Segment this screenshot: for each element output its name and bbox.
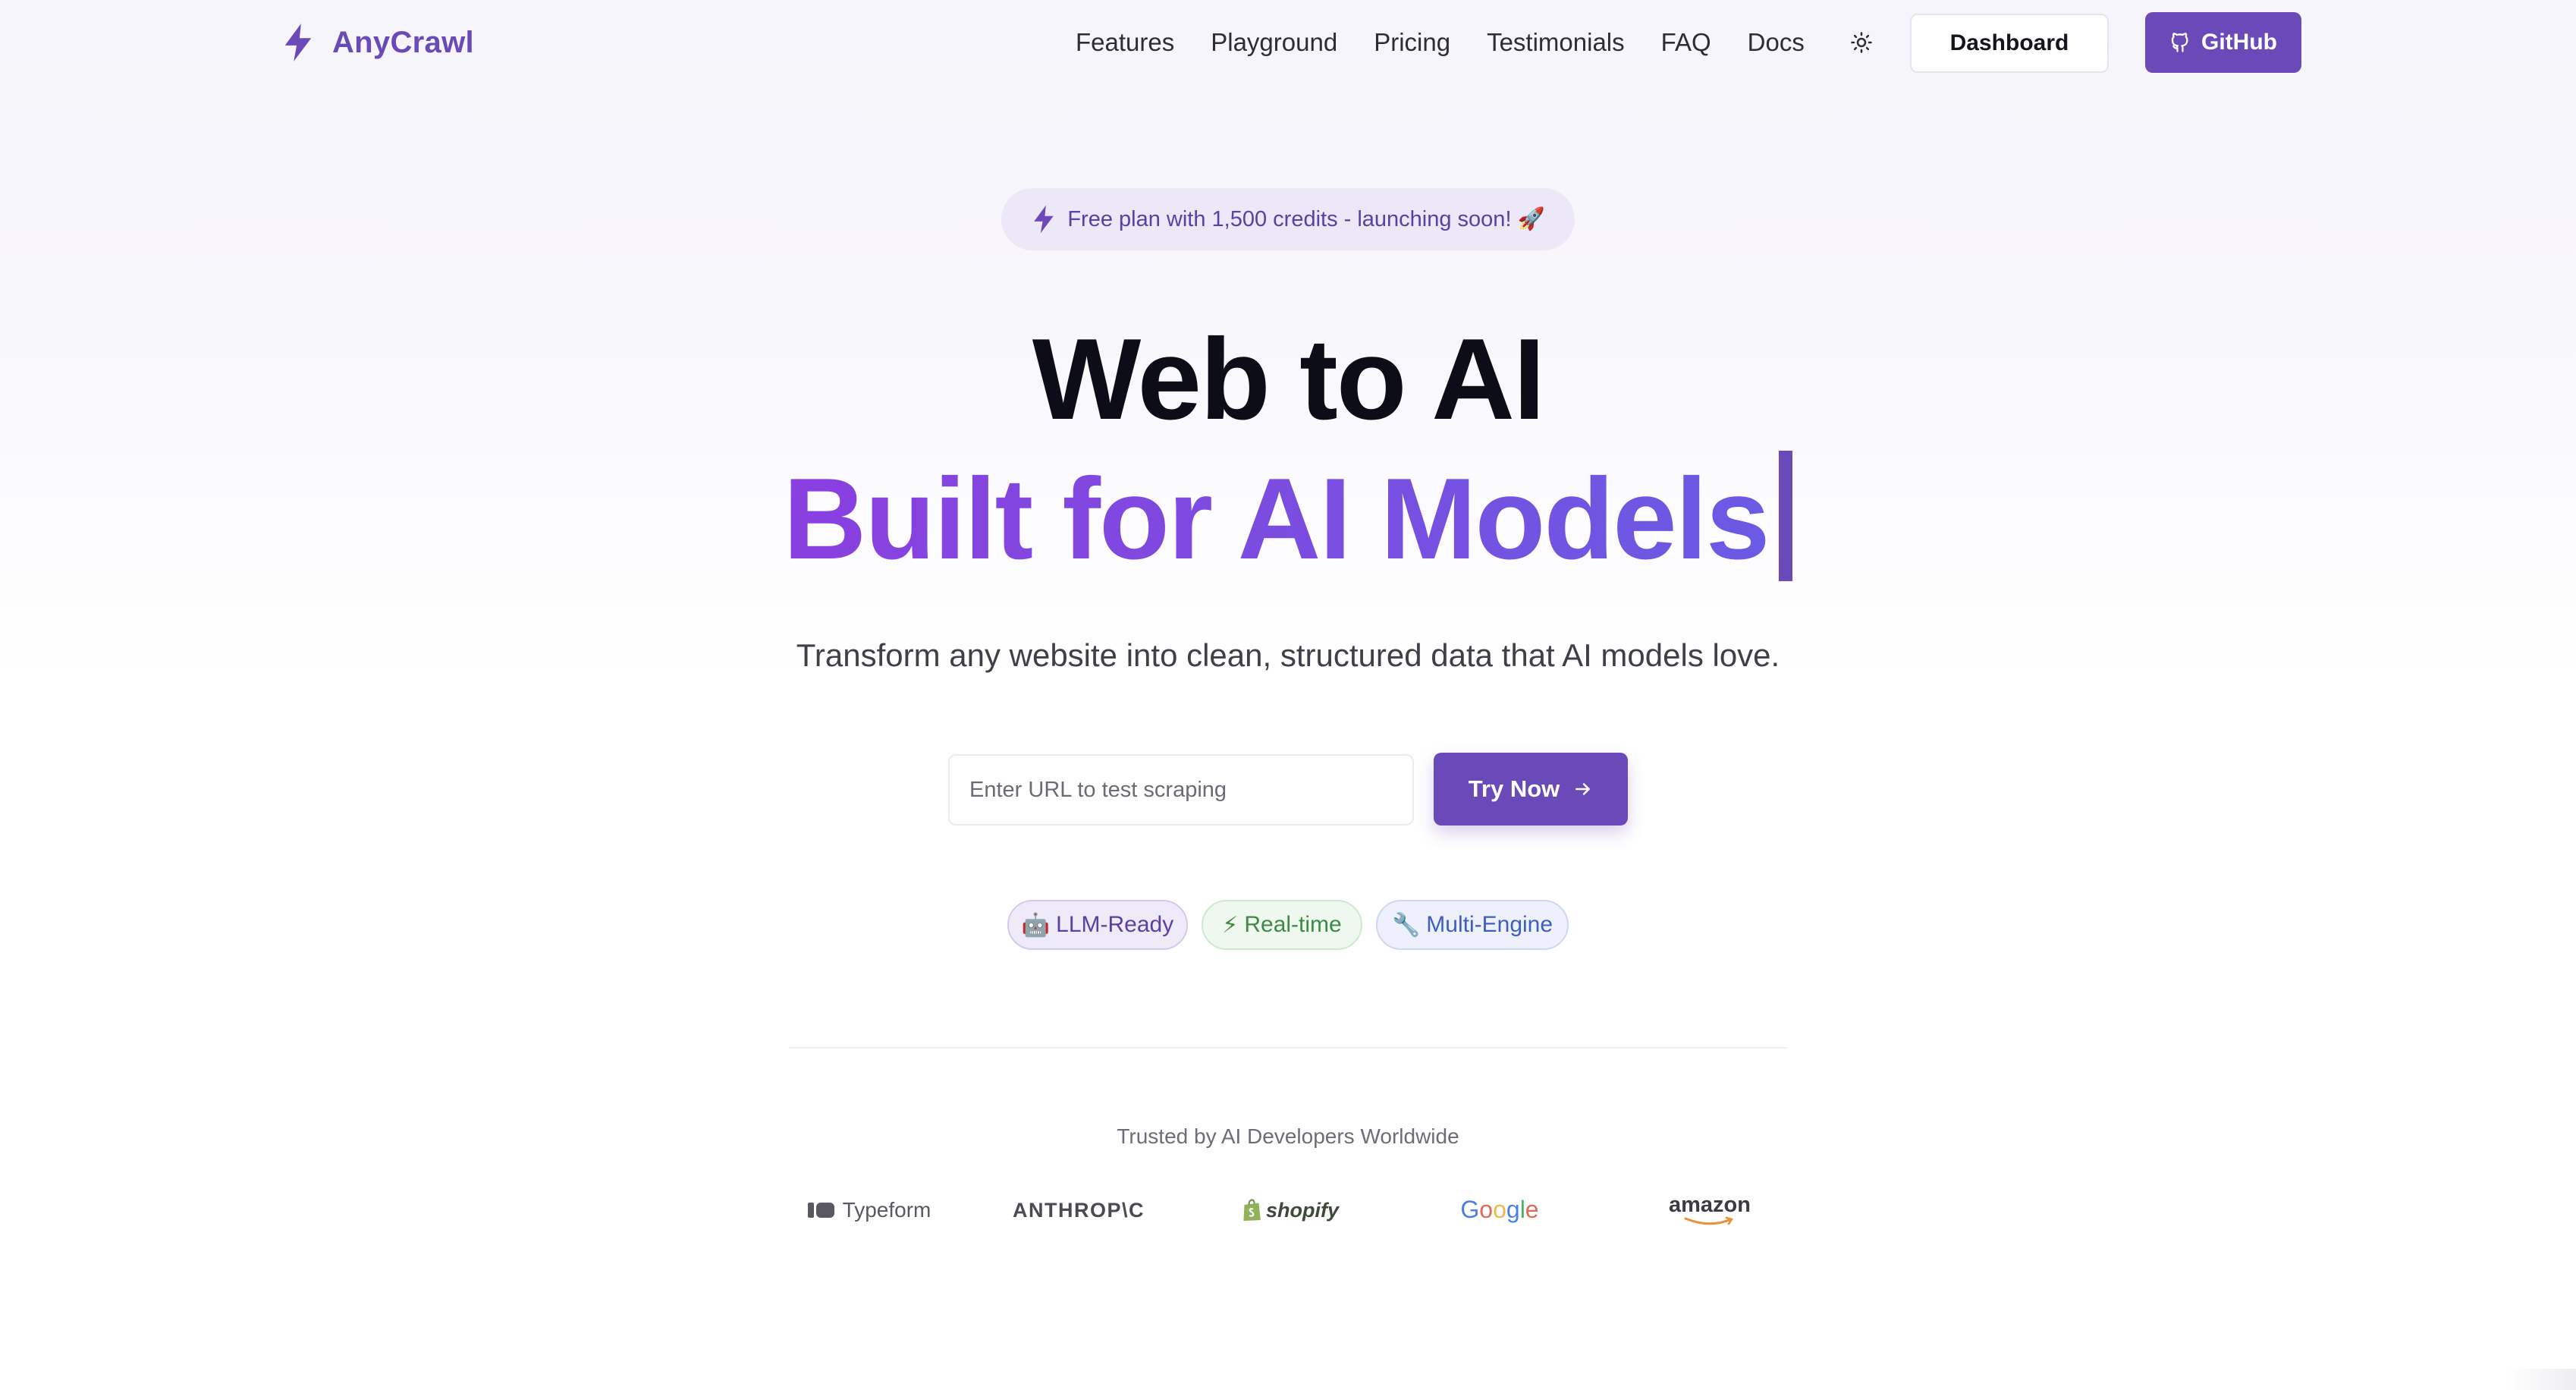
nav-link-features[interactable]: Features bbox=[1076, 28, 1174, 57]
shopify-bag-icon bbox=[1243, 1199, 1261, 1222]
lightning-icon bbox=[284, 24, 312, 61]
url-input[interactable] bbox=[948, 754, 1414, 826]
brand-name: AnyCrawl bbox=[332, 25, 474, 59]
hero-subtitle: Built for AI Models bbox=[783, 454, 1770, 583]
hero-title: Web to AI bbox=[1032, 315, 1545, 444]
feature-pill-llm-ready: 🤖 LLM-Ready bbox=[1007, 900, 1188, 950]
feature-pill-multi-engine: 🔧 Multi-Engine bbox=[1376, 900, 1569, 950]
logo-shopify: shopify bbox=[1241, 1184, 1340, 1237]
logo-anthropic-text: ANTHROP\C bbox=[1013, 1198, 1145, 1222]
nav-link-docs[interactable]: Docs bbox=[1748, 28, 1805, 57]
sun-icon bbox=[1851, 32, 1872, 53]
logo-google: Google Google bbox=[1450, 1184, 1549, 1237]
try-now-button[interactable]: Try Now bbox=[1434, 753, 1628, 826]
dashboard-button[interactable]: Dashboard bbox=[1910, 14, 2109, 73]
promo-badge[interactable]: Free plan with 1,500 credits - launching… bbox=[1001, 188, 1575, 250]
logo-amazon: amazon bbox=[1663, 1184, 1757, 1237]
trusted-heading: Trusted by AI Developers Worldwide bbox=[1117, 1124, 1459, 1148]
try-now-label: Try Now bbox=[1468, 775, 1560, 802]
feature-label: LLM-Ready bbox=[1056, 912, 1174, 937]
nav-link-pricing[interactable]: Pricing bbox=[1374, 28, 1450, 57]
robot-icon: 🤖 bbox=[1021, 912, 1051, 938]
wrench-icon: 🔧 bbox=[1391, 912, 1421, 938]
hero-subtitle-line: Built for AI Models bbox=[0, 451, 2576, 587]
typeform-mark-icon bbox=[807, 1203, 834, 1218]
logo-typeform-text: Typeform bbox=[842, 1198, 931, 1222]
logo-google-wordmark: Google Google bbox=[1460, 1196, 1538, 1223]
nav-link-faq[interactable]: FAQ bbox=[1661, 28, 1711, 57]
svg-text:Google: Google bbox=[1460, 1196, 1538, 1223]
page: AnyCrawl Features Playground Pricing Tes… bbox=[0, 0, 2576, 1390]
nav-link-playground[interactable]: Playground bbox=[1211, 28, 1337, 57]
typing-caret bbox=[1779, 451, 1793, 581]
nav-links: Features Playground Pricing Testimonials… bbox=[1076, 21, 1841, 64]
github-button[interactable]: GitHub bbox=[2145, 12, 2301, 73]
corner-shade bbox=[2508, 1369, 2576, 1390]
hero-tagline: Transform any website into clean, struct… bbox=[796, 637, 1780, 673]
theme-toggle-button[interactable] bbox=[1846, 27, 1877, 58]
logo-amazon-text: amazon bbox=[1669, 1193, 1751, 1217]
feature-pills: 🤖 LLM-Ready ⚡ Real-time 🔧 Multi-Engine bbox=[0, 900, 2576, 950]
lightning-icon: ⚡ bbox=[1222, 912, 1239, 938]
section-divider bbox=[789, 1047, 1787, 1049]
logo-shopify-text: shopify bbox=[1265, 1198, 1339, 1222]
feature-label: Multi-Engine bbox=[1426, 912, 1553, 937]
promo-text: Free plan with 1,500 credits - launching… bbox=[1067, 207, 1545, 231]
github-label: GitHub bbox=[2201, 30, 2277, 55]
feature-label: Real-time bbox=[1244, 912, 1342, 937]
logo-typeform: Typeform bbox=[803, 1184, 936, 1237]
lightning-icon bbox=[1034, 205, 1054, 234]
nav-link-testimonials[interactable]: Testimonials bbox=[1487, 28, 1625, 57]
arrow-right-icon bbox=[1575, 783, 1591, 795]
amazon-smile-icon bbox=[1684, 1216, 1734, 1225]
top-nav: AnyCrawl Features Playground Pricing Tes… bbox=[0, 0, 2576, 85]
github-icon bbox=[2171, 33, 2188, 52]
feature-pill-real-time: ⚡ Real-time bbox=[1202, 900, 1362, 950]
logo-anthropic: ANTHROP\C bbox=[1013, 1184, 1144, 1237]
logo-strip: Typeform ANTHROP\C shopify Google Google… bbox=[0, 1184, 2576, 1237]
brand-logo[interactable]: AnyCrawl bbox=[281, 20, 474, 65]
